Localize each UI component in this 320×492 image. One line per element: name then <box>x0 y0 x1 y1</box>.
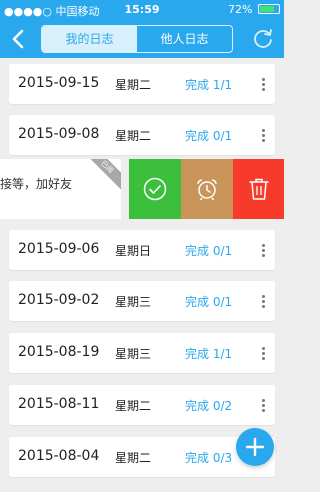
entry-date: 2015-09-06 <box>18 241 100 257</box>
entry-weekday: 星期日 <box>115 244 152 258</box>
log-entry[interactable]: 2015-08-04 星期二 完成 0/3 <box>9 437 275 477</box>
log-segmented-control: 我的日志 他人日志 <box>41 25 233 53</box>
refresh-button[interactable] <box>250 26 276 52</box>
log-entry[interactable]: 2015-09-08 星期二 完成 0/1 <box>9 115 275 155</box>
entry-status: 完成 0/2 <box>185 399 233 413</box>
entry-weekday: 星期三 <box>115 347 152 361</box>
log-entry[interactable]: 2015-09-06 星期日 完成 0/1 <box>9 230 275 270</box>
entry-weekday: 星期三 <box>115 295 152 309</box>
entry-date: 2015-09-08 <box>18 126 100 142</box>
refresh-icon <box>254 29 272 48</box>
entry-status: 完成 1/1 <box>185 78 233 92</box>
log-entry[interactable]: 2015-09-15 星期二 完成 1/1 <box>9 64 275 104</box>
mark-done-button[interactable] <box>129 159 181 219</box>
more-vertical-icon[interactable] <box>257 342 269 364</box>
swiped-entry-text: 接等，加好友 <box>0 177 73 191</box>
battery-status: 72% <box>228 3 280 16</box>
entry-status: 完成 0/1 <box>185 129 233 143</box>
tab-my-logs[interactable]: 我的日志 <box>42 26 137 52</box>
entry-date: 2015-08-11 <box>18 396 100 412</box>
nav-bar: 我的日志 他人日志 <box>0 20 284 58</box>
tab-others-logs[interactable]: 他人日志 <box>137 26 232 52</box>
entry-date: 2015-09-15 <box>18 75 100 91</box>
delete-button[interactable] <box>233 159 284 219</box>
battery-icon <box>258 4 280 14</box>
battery-percent: 72% <box>228 3 253 16</box>
back-button[interactable] <box>6 26 32 52</box>
entry-date: 2015-08-04 <box>18 448 100 464</box>
entry-date: 2015-09-02 <box>18 292 100 308</box>
chevron-left-icon <box>12 29 24 49</box>
trash-icon <box>249 178 269 200</box>
more-vertical-icon[interactable] <box>257 73 269 95</box>
add-log-button[interactable] <box>236 428 274 466</box>
more-vertical-icon[interactable] <box>257 124 269 146</box>
entry-status: 完成 1/1 <box>185 347 233 361</box>
entry-status: 完成 0/3 <box>185 451 233 465</box>
entry-weekday: 星期二 <box>115 78 152 92</box>
entry-weekday: 星期二 <box>115 129 152 143</box>
more-vertical-icon[interactable] <box>257 290 269 312</box>
more-vertical-icon[interactable] <box>257 239 269 261</box>
entry-date: 2015-08-19 <box>18 344 100 360</box>
remind-button[interactable] <box>181 159 233 219</box>
entry-status: 完成 0/1 <box>185 295 233 309</box>
entry-weekday: 星期二 <box>115 451 152 465</box>
status-bar: ●●●●○ 中国移动 15:59 72% <box>0 0 284 20</box>
swiped-log-entry[interactable]: 接等，加好友 已阅 <box>0 159 121 219</box>
log-entry[interactable]: 2015-09-02 星期三 完成 0/1 <box>9 281 275 321</box>
read-ribbon: 已阅 <box>82 159 121 192</box>
log-entry[interactable]: 2015-08-11 星期二 完成 0/2 <box>9 385 275 425</box>
entry-weekday: 星期二 <box>115 399 152 413</box>
more-vertical-icon[interactable] <box>257 394 269 416</box>
entry-status: 完成 0/1 <box>185 244 233 258</box>
plus-icon <box>245 437 265 457</box>
alarm-clock-icon <box>197 179 217 201</box>
check-circle-icon <box>143 177 167 201</box>
log-entry[interactable]: 2015-08-19 星期三 完成 1/1 <box>9 333 275 373</box>
